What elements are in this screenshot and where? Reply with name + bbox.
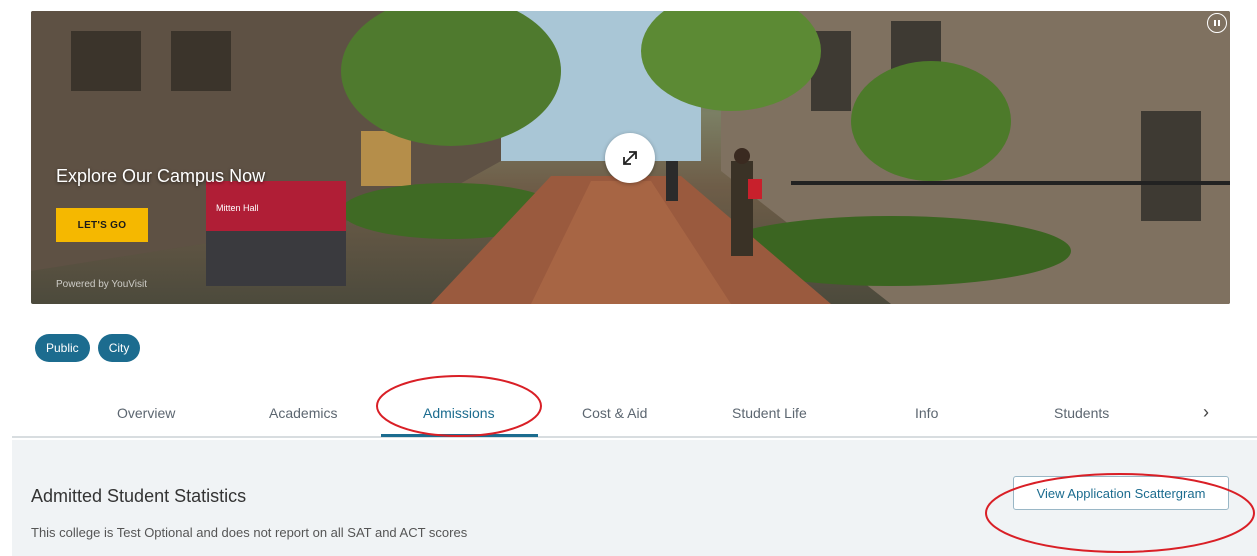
expand-button[interactable] [605,133,655,183]
expand-arrows-icon [623,151,637,165]
tab-info[interactable]: Info [915,405,938,421]
section-tabs: Overview Academics Admissions Cost & Aid… [12,396,1257,438]
tab-students[interactable]: Students [1054,405,1109,421]
tab-admissions[interactable]: Admissions [423,405,495,421]
active-tab-indicator [381,434,538,437]
admitted-student-statistics-section: Admitted Student Statistics This college… [12,440,1257,556]
tab-student-life[interactable]: Student Life [732,405,807,421]
test-optional-note: This college is Test Optional and does n… [31,525,468,540]
tag-city[interactable]: City [97,334,141,362]
tab-overview[interactable]: Overview [117,405,175,421]
lets-go-button[interactable]: LET'S GO [56,208,148,242]
pause-icon [1214,20,1220,26]
hero-title: Explore Our Campus Now [56,166,266,186]
campus-tour-hero[interactable]: Mitten Hall Explore Our Campus Now LET'S… [31,11,1230,304]
pause-button[interactable] [1207,13,1227,33]
view-scattergram-button[interactable]: View Application Scattergram [1013,476,1229,510]
sign-text: Mitten Hall [216,203,259,213]
tag-public[interactable]: Public [35,334,90,362]
college-tags: Public City [35,334,141,362]
tab-cost-aid[interactable]: Cost & Aid [582,405,647,421]
powered-by-label: Powered by YouVisit [56,279,147,290]
chevron-right-icon[interactable]: › [1203,402,1209,423]
section-title: Admitted Student Statistics [31,486,247,506]
tab-academics[interactable]: Academics [269,405,337,421]
